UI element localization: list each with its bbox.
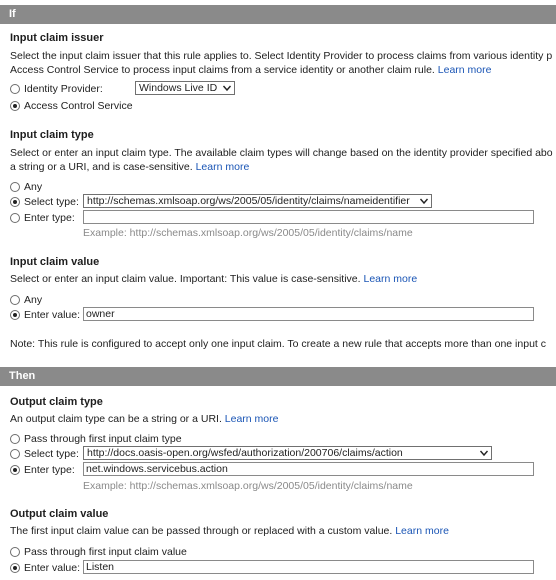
identity-provider-select[interactable]: Windows Live ID: [135, 81, 235, 95]
radio-label: Identity Provider:: [24, 83, 103, 95]
radio-enter-claim-value[interactable]: Enter value:: [10, 309, 80, 321]
select-value: http://schemas.xmlsoap.org/ws/2005/05/id…: [87, 195, 410, 207]
input-claim-value-description: Select or enter an input claim value. Im…: [10, 273, 417, 285]
output-claim-type-example: Example: http://schemas.xmlsoap.org/ws/2…: [83, 480, 413, 492]
radio-button-icon[interactable]: [10, 101, 20, 111]
radio-button-icon[interactable]: [10, 295, 20, 305]
single-input-claim-note: Note: This rule is configured to accept …: [10, 338, 546, 350]
description-text: Select or enter an input claim type. The…: [10, 147, 553, 159]
description-text: a string or a URI, and is case-sensitive…: [10, 161, 193, 173]
input-claim-type-heading: Input claim type: [10, 129, 94, 141]
input-claim-value-field[interactable]: owner: [83, 307, 534, 321]
learn-more-link[interactable]: Learn more: [363, 273, 417, 285]
radio-label: Access Control Service: [24, 100, 133, 112]
radio-button-icon[interactable]: [10, 197, 20, 207]
radio-button-icon[interactable]: [10, 465, 20, 475]
output-claim-type-select[interactable]: http://docs.oasis-open.org/wsfed/authori…: [83, 446, 492, 460]
description-text: Select or enter an input claim value. Im…: [10, 273, 361, 285]
chevron-down-icon: [222, 85, 232, 92]
learn-more-link[interactable]: Learn more: [395, 525, 449, 537]
radio-pass-through-claim-value[interactable]: Pass through first input claim value: [10, 546, 187, 558]
then-section-header: Then: [0, 367, 556, 386]
radio-button-icon[interactable]: [10, 563, 20, 573]
radio-select-output-type[interactable]: Select type:: [10, 448, 79, 460]
radio-label: Enter type:: [24, 212, 75, 224]
radio-enter-claim-type[interactable]: Enter type:: [10, 212, 75, 224]
description-text: An output claim type can be a string or …: [10, 413, 222, 425]
input-claim-type-description-2: a string or a URI, and is case-sensitive…: [10, 161, 249, 173]
radio-label: Any: [24, 294, 43, 306]
radio-button-icon[interactable]: [10, 547, 20, 557]
radio-button-icon[interactable]: [10, 84, 20, 94]
learn-more-link[interactable]: Learn more: [225, 413, 279, 425]
input-claim-issuer-description-2: Access Control Service to process input …: [10, 64, 491, 76]
radio-label: Select type:: [24, 196, 79, 208]
learn-more-link[interactable]: Learn more: [196, 161, 250, 173]
description-text: The first input claim value can be passe…: [10, 525, 393, 537]
description-text: Access Control Service to process input …: [10, 64, 435, 76]
radio-select-claim-type[interactable]: Select type:: [10, 196, 79, 208]
radio-label: Enter value:: [24, 562, 81, 574]
radio-any-claim-type[interactable]: Any: [10, 181, 42, 193]
radio-button-icon[interactable]: [10, 182, 20, 192]
radio-label: Enter value:: [24, 309, 81, 321]
input-claim-issuer-heading: Input claim issuer: [10, 32, 104, 44]
output-claim-value-description: The first input claim value can be passe…: [10, 525, 449, 537]
output-claim-value-heading: Output claim value: [10, 508, 109, 520]
input-claim-value-heading: Input claim value: [10, 256, 100, 268]
learn-more-link[interactable]: Learn more: [438, 64, 492, 76]
chevron-down-icon: [479, 450, 489, 457]
select-value: http://docs.oasis-open.org/wsfed/authori…: [87, 447, 403, 459]
radio-button-icon[interactable]: [10, 434, 20, 444]
radio-enter-output-value[interactable]: Enter value:: [10, 562, 80, 574]
input-claim-type-select[interactable]: http://schemas.xmlsoap.org/ws/2005/05/id…: [83, 194, 432, 208]
radio-enter-output-type[interactable]: Enter type:: [10, 464, 75, 476]
radio-label: Any: [24, 181, 43, 193]
radio-access-control-service[interactable]: Access Control Service: [10, 100, 133, 112]
radio-label: Pass through first input claim value: [24, 546, 187, 558]
input-claim-type-field[interactable]: [83, 210, 534, 224]
radio-button-icon[interactable]: [10, 449, 20, 459]
input-claim-type-example: Example: http://schemas.xmlsoap.org/ws/2…: [83, 227, 413, 239]
radio-button-icon[interactable]: [10, 213, 20, 223]
output-claim-value-field[interactable]: Listen: [83, 560, 534, 574]
radio-identity-provider[interactable]: Identity Provider:: [10, 83, 103, 95]
radio-button-icon[interactable]: [10, 310, 20, 320]
radio-any-claim-value[interactable]: Any: [10, 294, 42, 306]
chevron-down-icon: [419, 198, 429, 205]
select-value: Windows Live ID: [139, 82, 218, 94]
input-claim-type-description: Select or enter an input claim type. The…: [10, 147, 553, 159]
radio-label: Select type:: [24, 448, 79, 460]
radio-label: Pass through first input claim type: [24, 433, 182, 445]
output-claim-type-field[interactable]: net.windows.servicebus.action: [83, 462, 534, 476]
input-claim-issuer-description: Select the input claim issuer that this …: [10, 50, 552, 62]
radio-label: Enter type:: [24, 464, 75, 476]
description-text: Select the input claim issuer that this …: [10, 50, 553, 62]
output-claim-type-description: An output claim type can be a string or …: [10, 413, 278, 425]
if-section-header: If: [0, 5, 556, 24]
output-claim-type-heading: Output claim type: [10, 396, 103, 408]
radio-pass-through-claim-type[interactable]: Pass through first input claim type: [10, 433, 182, 445]
